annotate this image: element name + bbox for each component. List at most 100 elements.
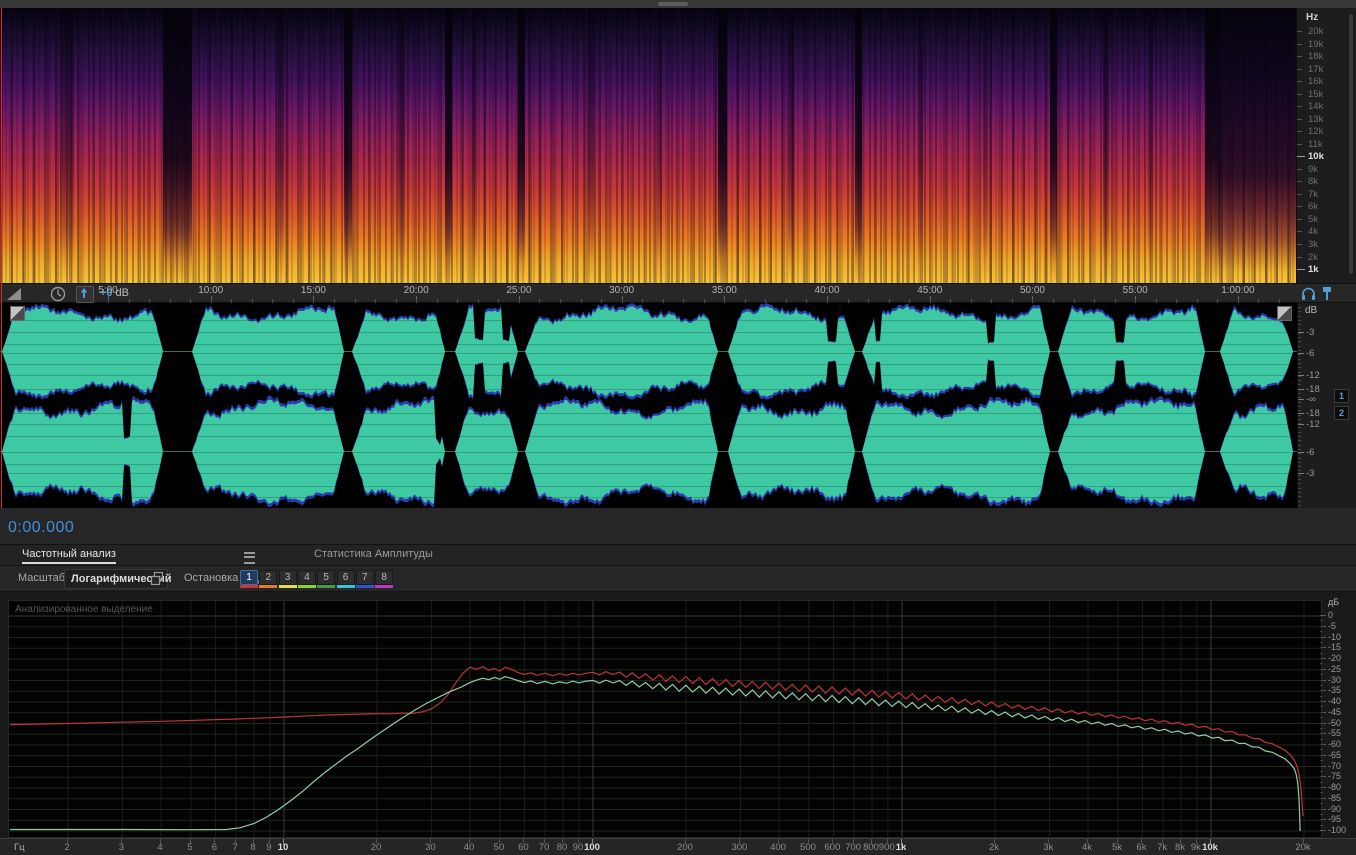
- timeline-ruler[interactable]: +0 dB 5:00 10:00 15:00 20:00 25:00 30:00 35:00 4…: [0, 283, 1356, 303]
- hold-frame-button-5[interactable]: 5: [317, 570, 336, 585]
- hold-frame-button-3[interactable]: 3: [278, 570, 297, 585]
- headphones-icon[interactable]: [1301, 287, 1316, 301]
- db-tick-label: -40: [1328, 696, 1342, 706]
- amplitude-minor-tick: [1298, 461, 1301, 463]
- hz-tick-label: 4: [157, 842, 163, 853]
- frequency-ruler[interactable]: Hz 20k 19k 18k 17k 16k 15k 14k 13k 12k 11k 10k 9k 8k…: [1296, 8, 1356, 283]
- spectrogram-display[interactable]: [0, 8, 1296, 283]
- amplitude-minor-tick: [1298, 431, 1301, 433]
- amplitude-minor-tick: [1298, 466, 1301, 468]
- db-minor-tick: [1320, 620, 1323, 622]
- hz-tick-label: 40: [463, 842, 475, 853]
- db-minor-tick: [1320, 641, 1323, 643]
- frequency-tick: [1297, 93, 1302, 95]
- amplitude-ruler[interactable]: dB -3 -6 -12 -18 -∞ -18 -12 -6 -3 1 2: [1297, 303, 1356, 508]
- hz-axis-unit: Гц: [14, 842, 25, 853]
- waveform-gridline: [0, 497, 1297, 498]
- series-red: [10, 666, 1304, 816]
- spectrogram-canvas[interactable]: [0, 8, 1296, 283]
- amplitude-minor-tick: [1298, 367, 1301, 369]
- waveform-gridline: [0, 452, 1297, 453]
- hz-tick: [283, 839, 284, 845]
- tab-amplitude-statistics[interactable]: Статистика Амплитуды: [314, 548, 433, 560]
- frequency-tick-label: 7k: [1308, 188, 1319, 200]
- db-minor-tick: [1320, 727, 1323, 729]
- time-display[interactable]: 0:00.000: [8, 519, 74, 537]
- hold-frame-button-1[interactable]: 1: [240, 570, 258, 585]
- db-minor-tick: [1320, 808, 1323, 810]
- hz-axis: Гц 2 3 4 5 6 7 8 9 10 20 30 40 50 60 70 80 90 100 200 300 40…: [0, 838, 1356, 855]
- playhead[interactable]: [1, 8, 2, 508]
- channel-badge-2[interactable]: 2: [1334, 406, 1349, 420]
- snap-toggle[interactable]: [76, 286, 94, 303]
- panel-menu-icon[interactable]: [244, 552, 255, 564]
- frequency-tick-label: 13k: [1308, 113, 1324, 125]
- amplitude-tick: [1298, 332, 1304, 333]
- frequency-tick: [1297, 56, 1302, 58]
- db-minor-tick: [1320, 776, 1323, 778]
- amplitude-minor-tick: [1298, 315, 1301, 317]
- amplitude-tick: [1298, 389, 1304, 390]
- corner-grip-icon[interactable]: [1277, 306, 1292, 321]
- db-minor-tick: [1320, 658, 1323, 659]
- frequency-ruler-unit: Hz: [1306, 12, 1319, 23]
- frequency-tick-label: 17k: [1308, 63, 1324, 75]
- frequency-tick: [1297, 156, 1305, 158]
- hz-tick-label: 500: [800, 842, 816, 853]
- hold-frame-color-strip: [355, 585, 374, 588]
- spectrogram-section-gap: [518, 8, 525, 283]
- copy-icon[interactable]: [150, 571, 165, 586]
- marker-icon[interactable]: [1322, 286, 1332, 301]
- hold-frame-button-6[interactable]: 6: [336, 570, 355, 585]
- fade-envelope-icon[interactable]: [6, 287, 22, 301]
- db-minor-tick: [1320, 701, 1323, 702]
- waveform-display[interactable]: [0, 303, 1297, 508]
- waveform-gridline: [0, 364, 1297, 365]
- panel-resize-grip[interactable]: [658, 2, 688, 6]
- frequency-tick-label: 12k: [1308, 126, 1324, 138]
- channel-badge-1[interactable]: 1: [1334, 389, 1349, 403]
- db-minor-tick: [1320, 803, 1323, 805]
- clock-icon[interactable]: [50, 286, 66, 302]
- hz-tick: [1048, 839, 1050, 843]
- db-minor-tick: [1320, 797, 1323, 799]
- spectrogram-dark-streak: [278, 8, 284, 283]
- hz-tick: [1116, 839, 1118, 843]
- hz-tick: [562, 839, 564, 843]
- amplitude-tick: [1298, 473, 1304, 474]
- tab-frequency-analysis[interactable]: Частотный анализ: [22, 548, 116, 564]
- hz-tick-label: 30: [425, 842, 436, 853]
- db-tick-label: -85: [1328, 792, 1342, 803]
- spectrogram-dark-streak: [918, 8, 923, 283]
- frequency-plot[interactable]: Анализированное выделение: [8, 600, 1322, 838]
- frequency-analysis-panel: Анализированное выделение дБ 0 -5 -10 -15 -2…: [0, 592, 1356, 855]
- amplitude-minor-tick: [1298, 418, 1301, 420]
- hold-frame-button-4[interactable]: 4: [297, 570, 316, 585]
- hold-frame-button-8[interactable]: 8: [375, 570, 394, 585]
- timeline-tick-label: 45:00: [917, 285, 943, 296]
- amplitude-minor-tick: [1298, 414, 1301, 416]
- hz-tick: [592, 839, 593, 845]
- frequency-tick: [1297, 106, 1302, 108]
- vertical-scrollbar[interactable]: [1349, 14, 1353, 274]
- frequency-tick: [1297, 43, 1302, 45]
- amplitude-tick-label: -12: [1306, 419, 1320, 430]
- hz-tick: [577, 839, 579, 843]
- hold-frame-button-7[interactable]: 7: [355, 570, 374, 585]
- amplitude-minor-tick: [1298, 371, 1301, 373]
- hz-tick: [1195, 839, 1197, 843]
- db-minor-tick: [1320, 674, 1323, 676]
- corner-grip-icon[interactable]: [10, 306, 25, 321]
- spectrogram-dark-streak: [1103, 8, 1109, 283]
- hold-frame-color-strip: [375, 585, 394, 588]
- spectrogram-dark-streak: [472, 8, 477, 283]
- amplitude-minor-tick: [1298, 324, 1301, 326]
- db-minor-tick: [1320, 744, 1323, 745]
- frequency-tick-label: 6k: [1308, 201, 1319, 213]
- amplitude-minor-tick: [1298, 362, 1301, 364]
- waveform-canvas[interactable]: [0, 303, 1297, 508]
- hz-tick: [739, 839, 741, 843]
- timeline-tick-label: 15:00: [300, 285, 326, 296]
- hz-tick-label: 4k: [1082, 842, 1093, 853]
- hold-frame-button-2[interactable]: 2: [259, 570, 278, 585]
